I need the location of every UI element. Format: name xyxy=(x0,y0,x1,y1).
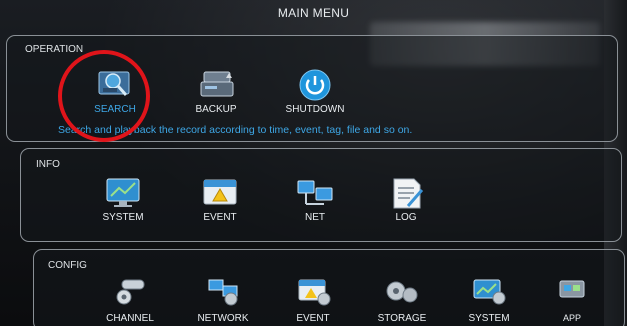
system-gear-icon xyxy=(467,277,511,311)
camera-gear-icon xyxy=(108,277,152,311)
config-channel-button[interactable]: CHANNEL xyxy=(85,277,175,324)
config-network-button[interactable]: NETWORK xyxy=(178,277,268,324)
config-system-label: SYSTEM xyxy=(468,313,510,324)
config-network-label: NETWORK xyxy=(197,313,249,324)
page-title: MAIN MENU xyxy=(277,6,350,20)
monitor-icon xyxy=(101,176,145,210)
config-storage-button[interactable]: STORAGE xyxy=(357,277,447,324)
info-event-label: EVENT xyxy=(203,212,237,223)
config-storage-label: STORAGE xyxy=(377,313,427,324)
config-channel-label: CHANNEL xyxy=(106,313,154,324)
backup-icon xyxy=(194,68,238,102)
highlight-circle xyxy=(58,50,150,142)
info-net-button[interactable]: NET xyxy=(270,176,360,223)
dvr-screen: MAIN MENU OPERATION SEARCH BACKUP SHUTDO… xyxy=(0,0,627,326)
network-gear-icon xyxy=(201,277,245,311)
info-system-button[interactable]: SYSTEM xyxy=(78,176,168,223)
info-net-label: NET xyxy=(305,212,325,223)
app-icon xyxy=(550,277,594,311)
power-icon xyxy=(293,68,337,102)
log-icon xyxy=(384,176,428,210)
shutdown-label: SHUTDOWN xyxy=(285,104,345,115)
backup-button[interactable]: BACKUP xyxy=(171,68,261,115)
config-app-button[interactable]: APP xyxy=(527,277,617,323)
config-event-label: EVENT xyxy=(296,313,330,324)
event-gear-icon xyxy=(291,277,335,311)
event-icon xyxy=(198,176,242,210)
config-system-button[interactable]: SYSTEM xyxy=(444,277,534,324)
info-log-button[interactable]: LOG xyxy=(361,176,451,223)
storage-gear-icon xyxy=(380,277,424,311)
config-app-label: APP xyxy=(562,313,581,323)
backup-label: BACKUP xyxy=(195,104,237,115)
config-event-button[interactable]: EVENT xyxy=(268,277,358,324)
info-event-button[interactable]: EVENT xyxy=(175,176,265,223)
info-system-label: SYSTEM xyxy=(102,212,144,223)
shutdown-button[interactable]: SHUTDOWN xyxy=(270,68,360,115)
section-title-operation: OPERATION xyxy=(25,44,84,55)
network-icon xyxy=(293,176,337,210)
info-log-label: LOG xyxy=(395,212,417,223)
section-title-info: INFO xyxy=(36,159,60,170)
section-title-config: CONFIG xyxy=(48,260,87,271)
